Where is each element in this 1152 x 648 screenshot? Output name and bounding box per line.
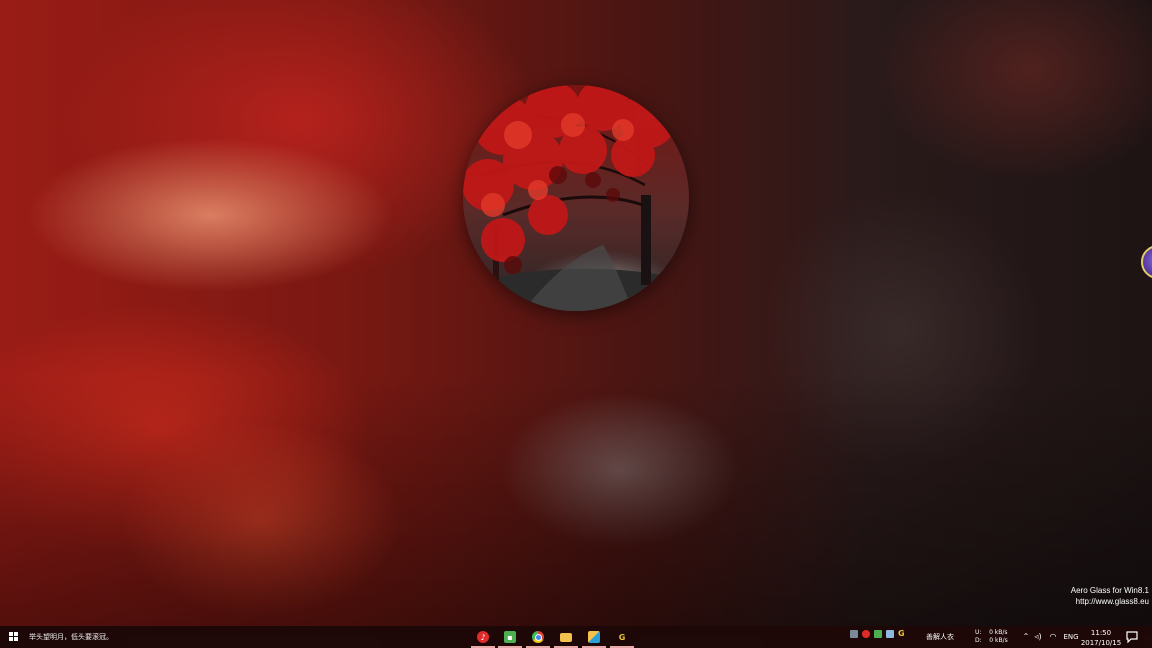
file-explorer-icon — [560, 632, 572, 642]
chrome-icon — [532, 631, 544, 643]
tray-netease-icon[interactable] — [862, 630, 870, 638]
tray-g-icon[interactable]: G — [898, 630, 906, 638]
taskbar-clock[interactable]: 11:50 2017/10/15 — [1080, 628, 1122, 648]
windows-start-icon[interactable] — [9, 632, 19, 642]
tray-app-label[interactable]: 善解人衣 — [926, 626, 954, 648]
taskbar-app-file-explorer[interactable] — [554, 626, 578, 648]
taskbar-app-green[interactable]: ▪ — [498, 626, 522, 648]
language-indicator[interactable]: ENG — [1062, 626, 1080, 648]
taskbar-app-chrome[interactable] — [526, 626, 550, 648]
wifi-icon[interactable]: ◠ — [1048, 626, 1058, 648]
taskbar: 举头望明月，低头要滚冠。 ♪ ▪ G G 善解人衣 U: 0 kB/s D: 0… — [0, 626, 1152, 648]
net-up-value: 0 kB/s — [989, 629, 1008, 636]
volume-icon[interactable]: ◃) — [1033, 626, 1043, 648]
desktop-wallpaper: Aero Glass for Win8.1 http://www.glass8.… — [0, 0, 1152, 626]
chevron-up-icon[interactable]: ⌃ — [1021, 626, 1031, 648]
net-up-label: U: — [975, 629, 982, 636]
watermark-title: Aero Glass for Win8.1 — [1070, 586, 1149, 595]
action-center-icon[interactable] — [1126, 631, 1138, 643]
net-down-label: D: — [975, 637, 982, 644]
network-speed-meter: U: 0 kB/s D: 0 kB/s — [975, 629, 1008, 645]
tray-monitor-icon[interactable] — [850, 630, 858, 638]
tray-green-app-icon[interactable] — [874, 630, 882, 638]
tray-chat-icon[interactable] — [886, 630, 894, 638]
green-app-icon: ▪ — [504, 631, 516, 643]
taskbar-app-netease-music[interactable]: ♪ — [471, 626, 495, 648]
clock-date: 2017/10/15 — [1080, 639, 1122, 647]
circular-photo-widget[interactable] — [463, 85, 689, 311]
g-app-icon: G — [618, 632, 626, 642]
sketch-app-icon — [588, 631, 600, 643]
netease-music-icon: ♪ — [477, 631, 489, 643]
net-down-value: 0 kB/s — [989, 637, 1008, 644]
taskbar-quote-text: 举头望明月，低头要滚冠。 — [29, 633, 113, 641]
taskbar-app-sketch[interactable] — [582, 626, 606, 648]
watermark-url: http://www.glass8.eu — [1075, 597, 1149, 606]
clock-time: 11:50 — [1090, 629, 1112, 637]
aero-glass-watermark: Aero Glass for Win8.1 http://www.glass8.… — [1071, 585, 1149, 607]
forest-photo-image — [463, 85, 689, 311]
taskbar-app-g[interactable]: G — [610, 626, 634, 648]
